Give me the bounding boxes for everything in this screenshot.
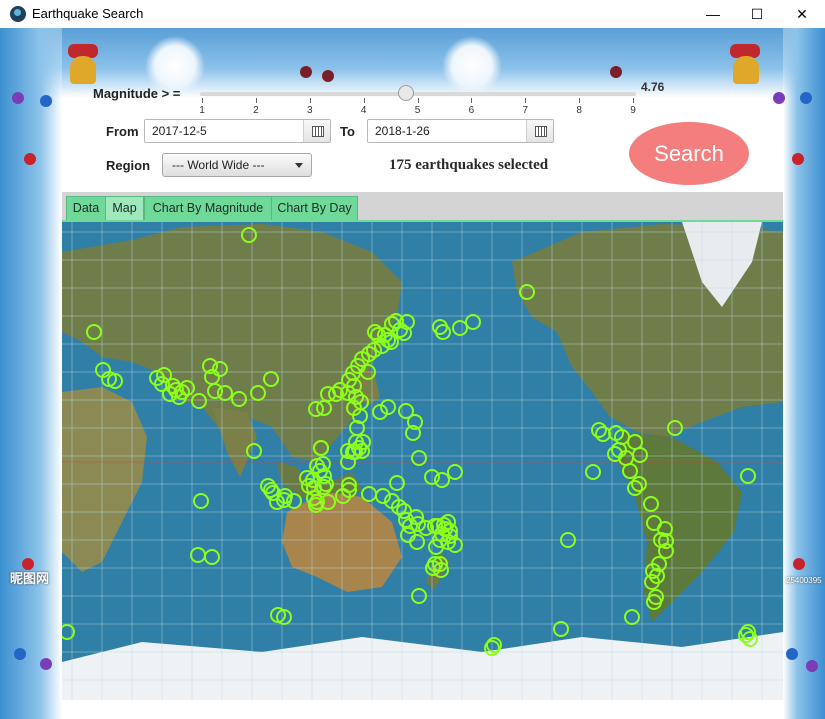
frost-border-left: [0, 28, 62, 719]
calendar-icon: [535, 126, 547, 137]
watermark-left: 昵图网: [10, 571, 50, 586]
from-label: From: [106, 124, 139, 139]
slider-tick: [363, 98, 365, 103]
tab-bar: Data Map Chart By Magnitude Chart By Day: [62, 192, 783, 222]
slider-tick: [255, 98, 257, 103]
tab-chart-by-magnitude[interactable]: Chart By Magnitude: [144, 196, 272, 221]
slider-tick: [417, 98, 419, 103]
ornament-ball: [322, 70, 334, 82]
window-title: Earthquake Search: [32, 6, 144, 21]
result-count: 175 earthquakes selected: [389, 157, 549, 173]
world-map[interactable]: [62, 222, 783, 700]
ornament-ball: [793, 558, 805, 570]
close-button[interactable]: ✕: [779, 0, 825, 28]
calendar-icon: [312, 126, 324, 137]
slider-tick-label: 2: [253, 105, 259, 116]
slider-tick: [633, 98, 634, 103]
magnitude-slider-track[interactable]: [200, 92, 636, 96]
ornament-ball: [610, 66, 622, 78]
ornament-ball: [40, 658, 52, 670]
bell-right-icon: [733, 56, 759, 84]
ornament-ball: [786, 648, 798, 660]
slider-tick: [525, 98, 527, 103]
from-date-value[interactable]: 2017-12-5: [152, 124, 207, 138]
tab-chart-by-day[interactable]: Chart By Day: [271, 196, 358, 221]
magnitude-slider-thumb[interactable]: [397, 85, 414, 101]
ornament-ball: [806, 660, 818, 672]
slider-tick-label: 1: [199, 105, 205, 116]
ornament-ball: [800, 92, 812, 104]
slider-tick: [579, 98, 581, 103]
tab-map[interactable]: Map: [105, 196, 144, 221]
minimize-button[interactable]: —: [690, 0, 736, 28]
slider-tick-label: 7: [522, 105, 529, 116]
magnitude-value: 4.76: [641, 80, 665, 94]
ornament-ball: [300, 66, 312, 78]
bell-left-icon: [70, 56, 96, 84]
watermark-right: 25400395: [786, 576, 822, 585]
region-select[interactable]: --- World Wide ---: [162, 153, 312, 177]
world-map-svg: [62, 222, 783, 700]
ornament-ball: [24, 153, 36, 165]
slider-tick: [202, 98, 203, 103]
slider-tick-label: 9: [630, 105, 636, 116]
ornament-ball: [12, 92, 24, 104]
app-window: 昵图网 25400395 Magnitude > = 1 2 3 4 5 6 7 8 9 4.7…: [0, 28, 825, 719]
to-date-value[interactable]: 2018-1-26: [375, 124, 430, 138]
slider-tick-label: 6: [468, 105, 475, 116]
tab-data[interactable]: Data: [66, 196, 106, 221]
slider-tick: [309, 98, 311, 103]
ornament-ball: [792, 153, 804, 165]
to-calendar-button[interactable]: [526, 120, 553, 142]
slider-tick-label: 5: [414, 105, 421, 116]
earth-icon: [10, 6, 26, 22]
title-bar: Earthquake Search — ☐ ✕: [0, 0, 825, 28]
search-button[interactable]: Search: [629, 122, 749, 185]
from-date-picker[interactable]: 2017-12-5: [144, 119, 331, 143]
slider-tick-label: 4: [360, 105, 367, 116]
slider-tick: [471, 98, 473, 103]
slider-tick-label: 3: [306, 105, 313, 116]
frost-border-right: [783, 28, 825, 719]
ornament-ball: [40, 95, 52, 107]
chevron-down-icon: [295, 163, 303, 168]
region-label: Region: [106, 158, 151, 173]
region-value: --- World Wide ---: [172, 158, 265, 172]
slider-tick-label: 8: [576, 105, 582, 116]
maximize-button[interactable]: ☐: [734, 0, 780, 28]
to-date-picker[interactable]: 2018-1-26: [367, 119, 554, 143]
magnitude-label: Magnitude > =: [93, 86, 181, 101]
from-calendar-button[interactable]: [303, 120, 330, 142]
ornament-ball: [14, 648, 26, 660]
to-label: To: [340, 124, 355, 139]
ornament-ball: [773, 92, 785, 104]
